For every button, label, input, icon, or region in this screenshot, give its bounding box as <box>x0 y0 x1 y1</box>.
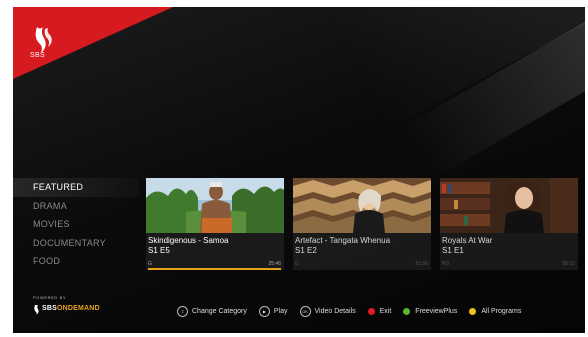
program-title: Artefact - Tangata Whenua <box>295 236 391 245</box>
play-ring-icon: ▶ <box>258 305 270 317</box>
legend-play: ▶ Play <box>258 305 288 317</box>
program-tile-skindigenous[interactable]: Skindigenous - Samoa S1 E5 G 25:46 <box>146 178 284 270</box>
category-food[interactable]: FOOD <box>13 252 139 271</box>
program-thumbnail <box>440 178 578 233</box>
green-dot-icon <box>403 307 411 315</box>
rating-badge: PG <box>442 261 450 267</box>
program-title: Skindigenous - Samoa <box>148 236 229 245</box>
watch-progress-bar <box>148 268 281 270</box>
program-info: Artefact - Tangata Whenua S1 E2 G 51:56 <box>293 233 431 270</box>
program-episode: S1 E5 <box>148 246 170 255</box>
category-movies[interactable]: MOVIES <box>13 215 139 234</box>
legend-freeviewplus: FreeviewPlus <box>403 307 457 315</box>
category-menu: FEATURED DRAMA MOVIES DOCUMENTARY FOOD <box>13 178 139 271</box>
program-title: Royals At War <box>442 236 493 245</box>
sbs-ondemand-logo-icon <box>34 305 39 315</box>
category-drama[interactable]: DRAMA <box>13 197 139 216</box>
remote-control-legend: ⇳ Change Category ▶ Play OK Video Detail… <box>177 304 521 318</box>
program-tile-royals-at-war[interactable]: Royals At War S1 E1 PG 56:22 <box>440 178 578 270</box>
program-tile-artefact[interactable]: Artefact - Tangata Whenua S1 E2 G 51:56 <box>293 178 431 270</box>
program-duration: 25:46 <box>268 261 281 267</box>
program-info: Royals At War S1 E1 PG 56:22 <box>440 233 578 270</box>
legend-change-category: ⇳ Change Category <box>177 305 247 317</box>
up-down-ring-icon: ⇳ <box>177 305 188 317</box>
sbs-ondemand-logo: SBSONDEMAND <box>42 305 100 312</box>
rating-badge: G <box>148 261 152 267</box>
light-streak <box>403 7 585 179</box>
red-dot-icon <box>367 307 375 315</box>
yellow-dot-icon <box>469 307 477 315</box>
light-streak <box>313 7 585 129</box>
program-episode: S1 E2 <box>295 246 317 255</box>
program-duration: 56:22 <box>562 261 575 267</box>
category-documentary[interactable]: DOCUMENTARY <box>13 234 139 253</box>
tv-screen: SBS FEATURED DRAMA MOVIES DOCUMENTARY FO… <box>13 7 585 333</box>
program-info: Skindigenous - Samoa S1 E5 G 25:46 <box>146 233 284 270</box>
program-thumbnail <box>146 178 284 233</box>
ok-ring-icon: OK <box>299 305 311 317</box>
legend-video-details: OK Video Details <box>299 305 356 317</box>
legend-all-programs: All Programs <box>469 307 521 315</box>
program-episode: S1 E1 <box>442 246 464 255</box>
legend-exit: Exit <box>367 307 391 315</box>
category-featured[interactable]: FEATURED <box>13 178 139 197</box>
sbs-logo-text: SBS <box>30 52 45 59</box>
program-duration: 51:56 <box>415 261 428 267</box>
powered-by-label: POWERED BY <box>33 295 67 300</box>
rating-badge: G <box>295 261 299 267</box>
program-thumbnail <box>293 178 431 233</box>
